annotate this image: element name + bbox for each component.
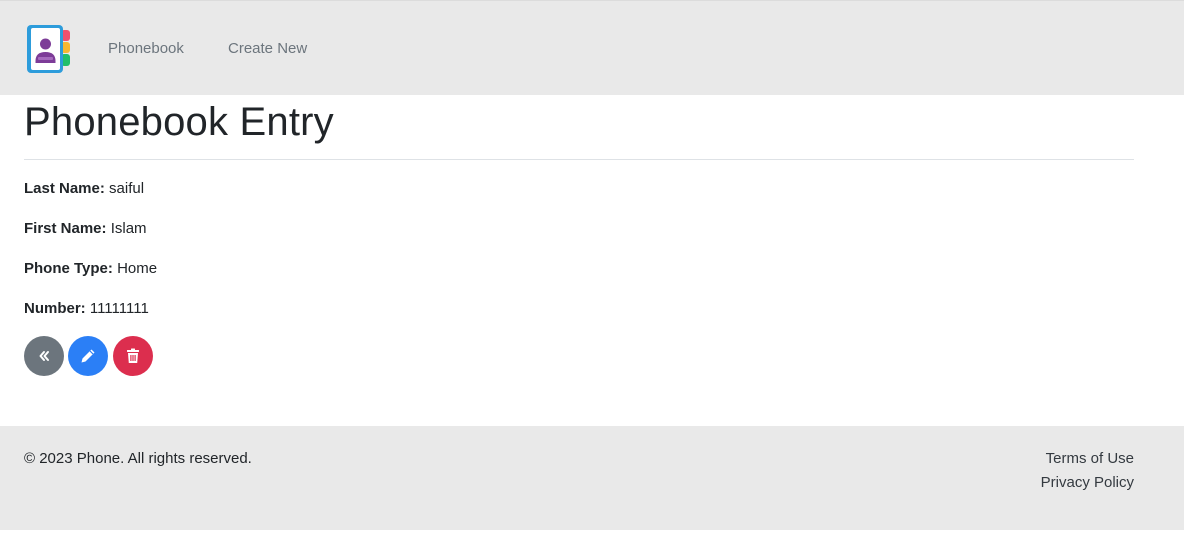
pencil-icon	[81, 349, 95, 363]
field-label: First Name:	[24, 220, 107, 237]
privacy-policy-link[interactable]: Privacy Policy	[1041, 474, 1134, 492]
field-label: Number:	[24, 300, 86, 317]
field-value: Home	[117, 260, 158, 277]
terms-of-use-link[interactable]: Terms of Use	[1046, 450, 1134, 468]
footer: © 2023 Phone. All rights reserved. Terms…	[0, 426, 1184, 530]
field-value: 11111111	[89, 300, 149, 317]
copyright-text: © 2023 Phone. All rights reserved.	[24, 450, 252, 467]
trash-icon	[127, 348, 139, 363]
field-label: Phone Type:	[24, 260, 113, 277]
page-title: Phonebook Entry	[24, 100, 334, 144]
double-chevron-left-icon	[39, 351, 49, 361]
delete-button[interactable]	[113, 336, 153, 376]
field-value: Islam	[110, 220, 147, 237]
nav-link-phonebook[interactable]: Phonebook	[108, 40, 184, 58]
phonebook-contact-icon	[27, 25, 70, 73]
field-number: Number: 11111111	[24, 300, 149, 318]
divider	[24, 159, 1134, 160]
field-value: saiful	[109, 180, 145, 197]
back-button[interactable]	[24, 336, 64, 376]
nav-link-create-new[interactable]: Create New	[228, 40, 307, 58]
field-label: Last Name:	[24, 180, 105, 197]
field-last-name: Last Name: saiful	[24, 180, 144, 198]
edit-button[interactable]	[68, 336, 108, 376]
field-first-name: First Name: Islam	[24, 220, 147, 238]
navbar: Phonebook Create New	[0, 0, 1184, 95]
field-phone-type: Phone Type: Home	[24, 260, 157, 278]
brand-logo[interactable]	[26, 24, 72, 74]
